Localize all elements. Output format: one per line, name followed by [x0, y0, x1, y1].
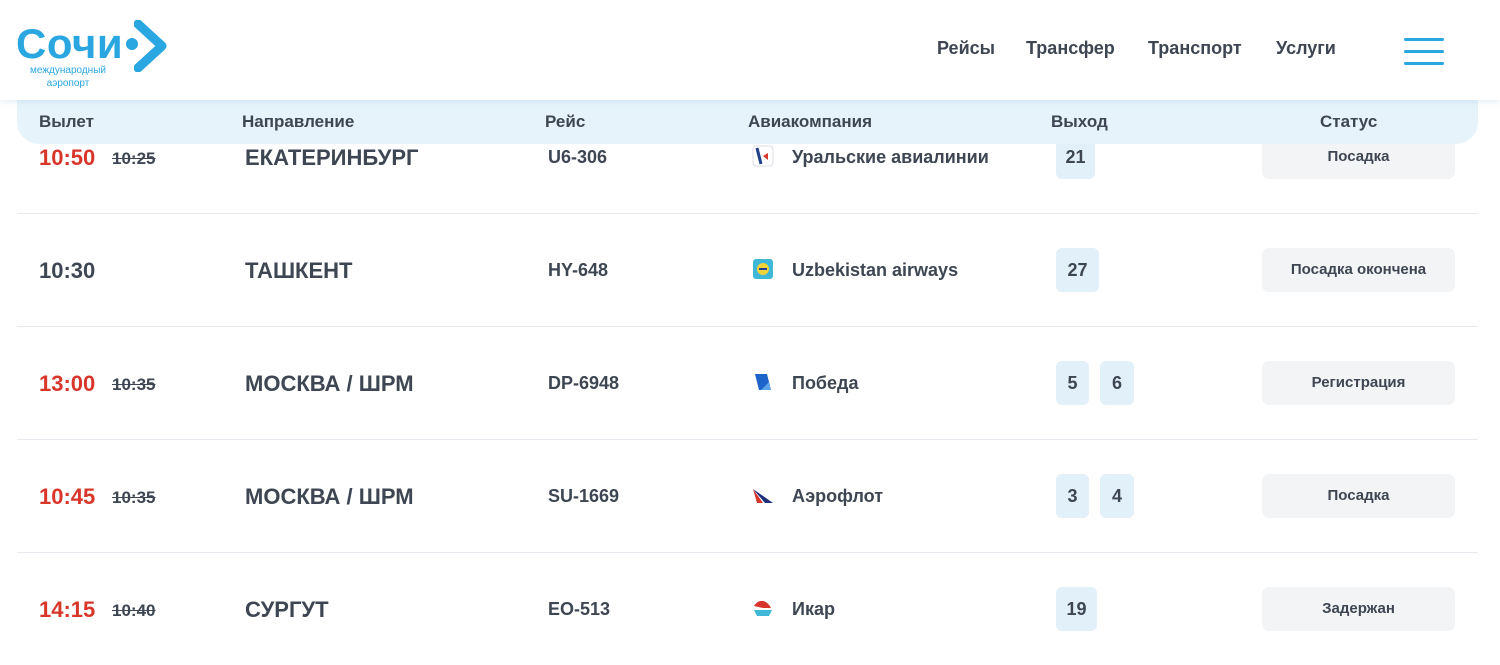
gate-badge: 19 — [1056, 587, 1097, 631]
column-header-flight[interactable]: Рейс — [545, 112, 585, 132]
gate-badge: 27 — [1056, 248, 1099, 292]
status-badge: Посадка — [1262, 474, 1455, 518]
logo-subtitle-1: международный — [30, 65, 106, 76]
flight-number: EO-513 — [548, 599, 611, 619]
column-header-destination[interactable]: Направление — [242, 112, 354, 132]
gate-badge: 6 — [1100, 361, 1134, 405]
gate-badge: 3 — [1056, 474, 1089, 518]
scheduled-time: 10:35 — [112, 488, 156, 507]
table-row[interactable]: 10:45 10:35 МОСКВА / ШРМ SU-1669 Аэрофло… — [17, 439, 1478, 553]
nav-item-transport[interactable]: Транспорт — [1148, 38, 1242, 59]
flight-number: HY-648 — [548, 260, 609, 280]
hamburger-menu-icon[interactable] — [1402, 36, 1446, 68]
ural-airlines-icon — [752, 145, 774, 167]
flight-number: DP-6948 — [548, 373, 620, 393]
destination: ЕКАТЕРИНБУРГ — [245, 145, 419, 170]
flight-number: U6-306 — [548, 147, 608, 167]
column-header-departure[interactable]: Вылет — [39, 112, 94, 132]
destination: МОСКВА / ШРМ — [245, 371, 414, 396]
airline-name: Аэрофлот — [792, 486, 884, 506]
logo-subtitle-2: аэропорт — [46, 78, 90, 89]
nav-item-flights[interactable]: Рейсы — [937, 38, 995, 59]
destination: МОСКВА / ШРМ — [245, 484, 414, 509]
table-row[interactable]: 10:30 ТАШКЕНТ HY-648 Uzbekistan airways … — [17, 213, 1478, 327]
logo-arrow-icon — [134, 20, 167, 72]
aeroflot-icon — [753, 489, 773, 503]
scheduled-time: 10:35 — [112, 375, 156, 394]
status-badge: Посадка окончена — [1262, 248, 1455, 292]
actual-time: 10:45 — [39, 484, 96, 509]
destination: ТАШКЕНТ — [245, 258, 353, 283]
airline-name: Икар — [792, 599, 835, 619]
column-header-airline[interactable]: Авиакомпания — [748, 112, 872, 132]
actual-time: 10:50 — [39, 145, 96, 170]
pobeda-icon — [755, 374, 771, 390]
column-header-gate[interactable]: Выход — [1051, 112, 1108, 132]
flights-table: 10:50 10:25 ЕКАТЕРИНБУРГ U6-306 Уральски… — [17, 100, 1478, 661]
nav-item-transfer[interactable]: Трансфер — [1026, 38, 1115, 59]
site-header: Сочи международный аэропорт Рейсы Трансф… — [0, 0, 1500, 100]
airline-name: Победа — [792, 373, 859, 393]
gate-badge: 4 — [1100, 474, 1134, 518]
ikar-icon — [753, 598, 773, 618]
logo-word: Сочи — [16, 20, 124, 67]
scheduled-time: 10:25 — [112, 149, 156, 168]
column-header-status[interactable]: Статус — [1320, 112, 1377, 132]
actual-time: 13:00 — [39, 371, 96, 396]
table-row[interactable]: 14:15 10:40 СУРГУТ EO-513 Икар 19 Задерж… — [17, 552, 1478, 665]
actual-time: 14:15 — [39, 597, 96, 622]
uzbekistan-airways-icon — [753, 259, 773, 279]
status-badge: Регистрация — [1262, 361, 1455, 405]
scheduled-time: 10:40 — [112, 601, 156, 620]
airline-name: Uzbekistan airways — [792, 260, 959, 280]
destination: СУРГУТ — [245, 597, 329, 622]
table-row[interactable]: 13:00 10:35 МОСКВА / ШРМ DP-6948 Победа … — [17, 326, 1478, 440]
status-badge: Задержан — [1262, 587, 1455, 631]
gate-badge: 5 — [1056, 361, 1089, 405]
sochi-airport-logo[interactable]: Сочи международный аэропорт — [14, 18, 174, 90]
nav-item-services[interactable]: Услуги — [1276, 38, 1336, 59]
actual-time: 10:30 — [39, 258, 96, 283]
flight-number: SU-1669 — [548, 486, 620, 506]
airline-name: Уральские авиалинии — [792, 147, 989, 167]
